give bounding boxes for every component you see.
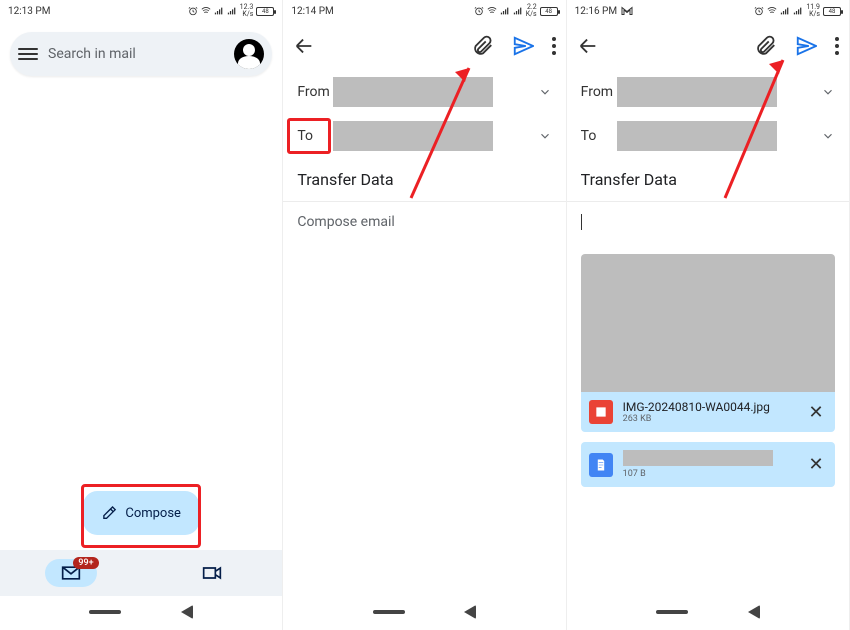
recents-button[interactable] bbox=[89, 610, 121, 614]
subject-field[interactable]: Transfer Data bbox=[567, 158, 849, 202]
menu-icon[interactable] bbox=[18, 48, 38, 60]
status-time: 12:13 PM bbox=[8, 6, 50, 17]
search-bar[interactable]: Search in mail bbox=[10, 32, 272, 76]
network-rate: 11.9 K/s bbox=[806, 4, 820, 18]
status-time: 12:16 PM bbox=[575, 6, 617, 17]
to-value-redacted bbox=[333, 121, 493, 151]
system-nav bbox=[567, 598, 849, 626]
status-bar: 12:14 PM 2.2 K/s 48 bbox=[283, 0, 565, 22]
alarm-icon bbox=[474, 6, 484, 16]
doc-file-icon bbox=[589, 453, 613, 477]
body-field[interactable] bbox=[567, 202, 849, 242]
signal-icon bbox=[500, 6, 510, 16]
video-icon bbox=[202, 565, 222, 581]
gmail-compose-empty-screen: 12:14 PM 2.2 K/s 48 From To Transfer Dat… bbox=[283, 0, 566, 630]
send-icon[interactable] bbox=[795, 35, 817, 57]
attachment-card: 107 B ✕ bbox=[581, 442, 835, 487]
network-rate: 2.2 K/s bbox=[526, 4, 537, 18]
mail-badge: 99+ bbox=[73, 557, 98, 569]
wifi-icon bbox=[767, 6, 777, 16]
from-field[interactable]: From bbox=[283, 70, 565, 114]
to-field[interactable]: To bbox=[567, 114, 849, 158]
attachment-card: IMG-20240810-WA0044.jpg 263 KB ✕ bbox=[581, 392, 835, 432]
status-bar: 12:16 PM 11.9 K/s 48 bbox=[567, 0, 849, 22]
attachment-icon[interactable] bbox=[472, 35, 494, 57]
attachment-name: IMG-20240810-WA0044.jpg bbox=[623, 400, 795, 414]
nav-mail-tab[interactable]: 99+ bbox=[0, 550, 141, 596]
status-bar: 12:13 PM 12.3 K/s 48 bbox=[0, 0, 282, 22]
back-button[interactable] bbox=[181, 605, 193, 619]
search-placeholder: Search in mail bbox=[48, 46, 224, 62]
overflow-menu-icon[interactable] bbox=[835, 37, 839, 55]
bottom-nav: 99+ bbox=[0, 550, 282, 596]
wifi-icon bbox=[487, 6, 497, 16]
gmail-inbox-screen: 12:13 PM 12.3 K/s 48 Search in mail Comp… bbox=[0, 0, 283, 630]
compose-toolbar bbox=[283, 22, 565, 70]
nav-meet-tab[interactable] bbox=[141, 550, 282, 596]
compose-label: Compose bbox=[125, 506, 181, 521]
attachment-size: 107 B bbox=[623, 469, 795, 479]
attachment-image-preview[interactable] bbox=[581, 254, 835, 392]
signal-icon bbox=[227, 6, 237, 16]
from-value-redacted bbox=[333, 77, 493, 107]
image-file-icon bbox=[589, 400, 613, 424]
gmail-compose-attached-screen: 12:16 PM 11.9 K/s 48 From To Transfer bbox=[567, 0, 850, 630]
wifi-icon bbox=[201, 6, 211, 16]
to-value-redacted bbox=[617, 121, 777, 151]
battery-icon: 48 bbox=[823, 7, 841, 16]
system-nav bbox=[283, 598, 565, 626]
subject-field[interactable]: Transfer Data bbox=[283, 158, 565, 202]
network-rate: 12.3 K/s bbox=[240, 4, 254, 18]
attachment-size: 263 KB bbox=[623, 414, 795, 424]
compose-button[interactable]: Compose bbox=[83, 491, 199, 535]
attachment-name-redacted bbox=[623, 450, 773, 466]
system-nav bbox=[0, 598, 282, 626]
back-button[interactable] bbox=[464, 605, 476, 619]
chevron-down-icon[interactable] bbox=[821, 85, 835, 99]
pencil-icon bbox=[101, 505, 117, 521]
from-label: From bbox=[297, 84, 333, 100]
back-arrow-icon[interactable] bbox=[577, 35, 599, 57]
attachment-icon[interactable] bbox=[755, 35, 777, 57]
text-cursor bbox=[581, 214, 582, 230]
alarm-icon bbox=[754, 6, 764, 16]
from-field[interactable]: From bbox=[567, 70, 849, 114]
from-value-redacted bbox=[617, 77, 777, 107]
chevron-down-icon[interactable] bbox=[538, 85, 552, 99]
account-avatar[interactable] bbox=[234, 39, 264, 69]
from-label: From bbox=[581, 84, 617, 100]
battery-icon: 48 bbox=[540, 7, 558, 16]
chevron-down-icon[interactable] bbox=[538, 129, 552, 143]
compose-toolbar bbox=[567, 22, 849, 70]
status-time: 12:14 PM bbox=[291, 6, 333, 17]
signal-icon bbox=[780, 6, 790, 16]
body-placeholder: Compose email bbox=[297, 214, 394, 230]
to-field[interactable]: To bbox=[283, 114, 565, 158]
signal-icon bbox=[214, 6, 224, 16]
gmail-app-icon bbox=[621, 6, 633, 16]
recents-button[interactable] bbox=[656, 610, 688, 614]
remove-attachment-button[interactable]: ✕ bbox=[805, 402, 827, 423]
send-icon[interactable] bbox=[512, 35, 534, 57]
recents-button[interactable] bbox=[373, 610, 405, 614]
overflow-menu-icon[interactable] bbox=[552, 37, 556, 55]
alarm-icon bbox=[188, 6, 198, 16]
chevron-down-icon[interactable] bbox=[821, 129, 835, 143]
to-label: To bbox=[297, 128, 333, 144]
to-label: To bbox=[581, 128, 617, 144]
body-field[interactable]: Compose email bbox=[283, 202, 565, 242]
signal-icon bbox=[793, 6, 803, 16]
remove-attachment-button[interactable]: ✕ bbox=[805, 454, 827, 475]
back-button[interactable] bbox=[748, 605, 760, 619]
back-arrow-icon[interactable] bbox=[293, 35, 315, 57]
battery-icon: 48 bbox=[256, 7, 274, 16]
signal-icon bbox=[513, 6, 523, 16]
